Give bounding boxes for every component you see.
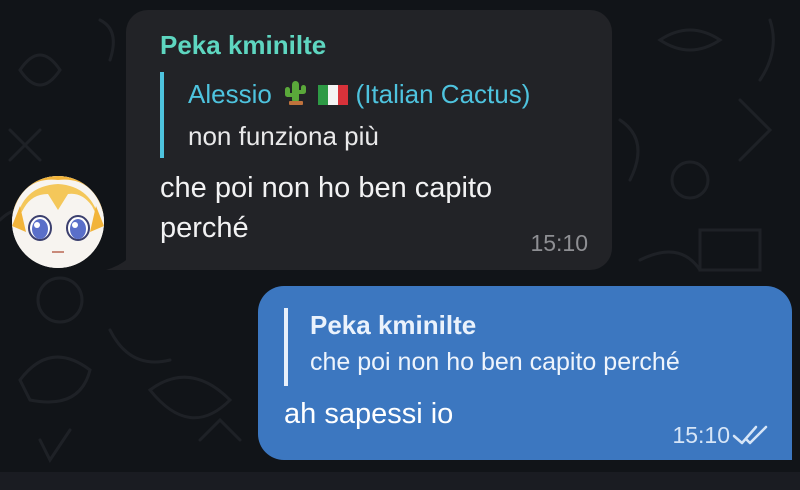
- reply-text: che poi non ho ben capito perché: [310, 348, 680, 376]
- reply-author-name: Peka kminilte: [310, 310, 477, 340]
- reply-author-name: Alessio: [188, 79, 272, 109]
- message-text: ah sapessi io: [284, 398, 454, 430]
- bottom-bar: [0, 472, 800, 490]
- reply-text: non funziona più: [188, 121, 379, 152]
- message-time: 15:10: [530, 230, 588, 256]
- avatar[interactable]: [12, 176, 104, 268]
- reply-author-suffix: (Italian Cactus): [355, 79, 531, 109]
- double-check-icon: [732, 425, 768, 445]
- message-time: 15:10: [672, 422, 730, 448]
- reply-author: Alessio (Italian Cactus): [188, 72, 530, 118]
- message-text: che poi non ho ben capito perché: [160, 172, 493, 244]
- reply-quote[interactable]: Alessio (Italian Cactus) non funziona pi…: [160, 72, 530, 158]
- reply-quote[interactable]: Peka kminilte che poi non ho ben capito …: [284, 308, 680, 386]
- sender-name[interactable]: Peka kminilte: [160, 30, 326, 61]
- anime-avatar-icon: [12, 176, 104, 268]
- cactus-icon: [283, 74, 307, 118]
- outgoing-message-bubble[interactable]: Peka kminilte che poi non ho ben capito …: [258, 286, 792, 460]
- italy-flag-icon: [318, 74, 349, 118]
- incoming-message-bubble[interactable]: Peka kminilte Alessio (Italian Cactus) n…: [126, 10, 612, 270]
